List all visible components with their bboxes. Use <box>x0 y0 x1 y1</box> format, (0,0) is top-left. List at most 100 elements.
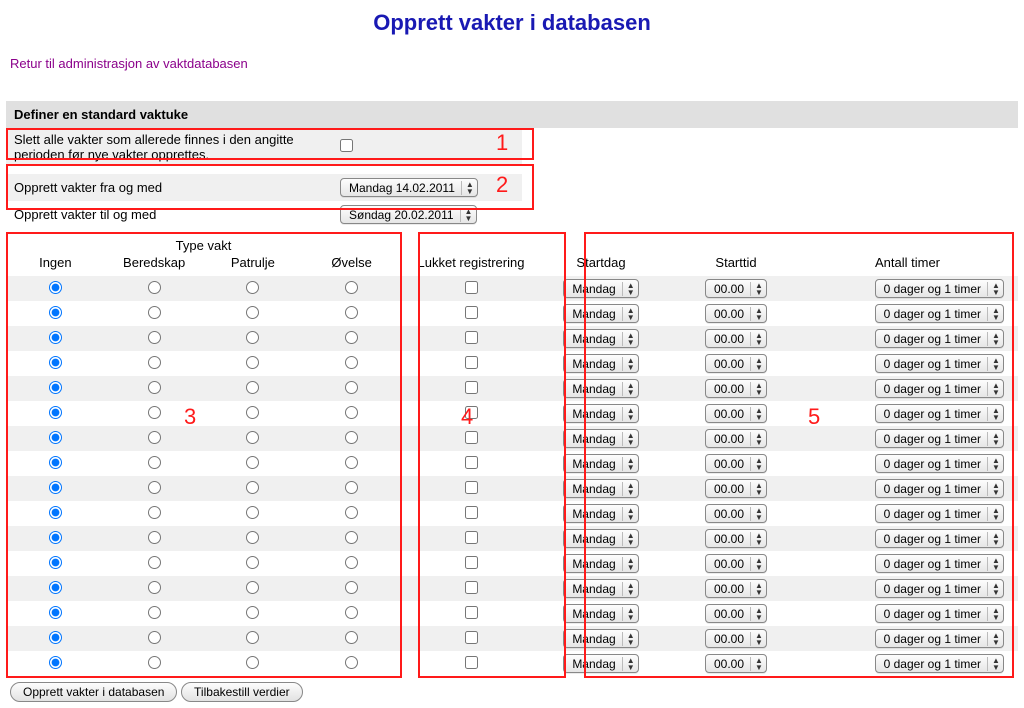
starttime-select[interactable]: 00.00 <box>705 279 767 298</box>
starttime-select[interactable]: 00.00 <box>705 329 767 348</box>
type-patrulje-radio[interactable] <box>246 406 259 419</box>
type-none-radio[interactable] <box>49 381 62 394</box>
type-none-radio[interactable] <box>49 506 62 519</box>
type-none-radio[interactable] <box>49 456 62 469</box>
type-none-radio[interactable] <box>49 431 62 444</box>
hours-select[interactable]: 0 dager og 1 timer <box>875 479 1004 498</box>
type-ovelse-radio[interactable] <box>345 556 358 569</box>
hours-select[interactable]: 0 dager og 1 timer <box>875 304 1004 323</box>
type-none-radio[interactable] <box>49 306 62 319</box>
startday-select[interactable]: Mandag <box>563 329 638 348</box>
type-none-radio[interactable] <box>49 581 62 594</box>
starttime-select[interactable]: 00.00 <box>705 404 767 423</box>
type-beredskap-radio[interactable] <box>148 481 161 494</box>
closed-checkbox[interactable] <box>465 331 478 344</box>
starttime-select[interactable]: 00.00 <box>705 504 767 523</box>
closed-checkbox[interactable] <box>465 381 478 394</box>
type-patrulje-radio[interactable] <box>246 631 259 644</box>
hours-select[interactable]: 0 dager og 1 timer <box>875 604 1004 623</box>
type-ovelse-radio[interactable] <box>345 531 358 544</box>
type-beredskap-radio[interactable] <box>148 356 161 369</box>
starttime-select[interactable]: 00.00 <box>705 554 767 573</box>
hours-select[interactable]: 0 dager og 1 timer <box>875 404 1004 423</box>
hours-select[interactable]: 0 dager og 1 timer <box>875 554 1004 573</box>
closed-checkbox[interactable] <box>465 581 478 594</box>
type-ovelse-radio[interactable] <box>345 381 358 394</box>
closed-checkbox[interactable] <box>465 606 478 619</box>
type-patrulje-radio[interactable] <box>246 306 259 319</box>
hours-select[interactable]: 0 dager og 1 timer <box>875 279 1004 298</box>
type-none-radio[interactable] <box>49 556 62 569</box>
starttime-select[interactable]: 00.00 <box>705 529 767 548</box>
reset-button[interactable]: Tilbakestill verdier <box>181 682 303 702</box>
hours-select[interactable]: 0 dager og 1 timer <box>875 329 1004 348</box>
type-beredskap-radio[interactable] <box>148 306 161 319</box>
startday-select[interactable]: Mandag <box>563 279 638 298</box>
type-ovelse-radio[interactable] <box>345 481 358 494</box>
type-ovelse-radio[interactable] <box>345 331 358 344</box>
startday-select[interactable]: Mandag <box>563 529 638 548</box>
type-beredskap-radio[interactable] <box>148 556 161 569</box>
starttime-select[interactable]: 00.00 <box>705 604 767 623</box>
hours-select[interactable]: 0 dager og 1 timer <box>875 629 1004 648</box>
type-patrulje-radio[interactable] <box>246 456 259 469</box>
type-patrulje-radio[interactable] <box>246 331 259 344</box>
startday-select[interactable]: Mandag <box>563 304 638 323</box>
type-beredskap-radio[interactable] <box>148 531 161 544</box>
startday-select[interactable]: Mandag <box>563 354 638 373</box>
closed-checkbox[interactable] <box>465 531 478 544</box>
type-ovelse-radio[interactable] <box>345 506 358 519</box>
type-ovelse-radio[interactable] <box>345 631 358 644</box>
closed-checkbox[interactable] <box>465 431 478 444</box>
type-patrulje-radio[interactable] <box>246 581 259 594</box>
type-beredskap-radio[interactable] <box>148 506 161 519</box>
startday-select[interactable]: Mandag <box>563 579 638 598</box>
type-patrulje-radio[interactable] <box>246 481 259 494</box>
type-beredskap-radio[interactable] <box>148 406 161 419</box>
type-none-radio[interactable] <box>49 481 62 494</box>
type-patrulje-radio[interactable] <box>246 506 259 519</box>
type-patrulje-radio[interactable] <box>246 281 259 294</box>
date-to-select[interactable]: Søndag 20.02.2011 <box>340 205 477 224</box>
closed-checkbox[interactable] <box>465 306 478 319</box>
closed-checkbox[interactable] <box>465 631 478 644</box>
closed-checkbox[interactable] <box>465 456 478 469</box>
type-none-radio[interactable] <box>49 606 62 619</box>
type-none-radio[interactable] <box>49 631 62 644</box>
closed-checkbox[interactable] <box>465 556 478 569</box>
date-from-select[interactable]: Mandag 14.02.2011 <box>340 178 478 197</box>
type-ovelse-radio[interactable] <box>345 356 358 369</box>
type-none-radio[interactable] <box>49 531 62 544</box>
submit-button[interactable]: Opprett vakter i databasen <box>10 682 177 702</box>
type-beredskap-radio[interactable] <box>148 381 161 394</box>
startday-select[interactable]: Mandag <box>563 554 638 573</box>
type-patrulje-radio[interactable] <box>246 356 259 369</box>
type-ovelse-radio[interactable] <box>345 606 358 619</box>
starttime-select[interactable]: 00.00 <box>705 454 767 473</box>
hours-select[interactable]: 0 dager og 1 timer <box>875 654 1004 673</box>
type-ovelse-radio[interactable] <box>345 581 358 594</box>
starttime-select[interactable]: 00.00 <box>705 579 767 598</box>
type-ovelse-radio[interactable] <box>345 431 358 444</box>
return-link[interactable]: Retur til administrasjon av vaktdatabase… <box>10 56 248 71</box>
starttime-select[interactable]: 00.00 <box>705 654 767 673</box>
startday-select[interactable]: Mandag <box>563 404 638 423</box>
type-none-radio[interactable] <box>49 331 62 344</box>
hours-select[interactable]: 0 dager og 1 timer <box>875 529 1004 548</box>
type-beredskap-radio[interactable] <box>148 631 161 644</box>
startday-select[interactable]: Mandag <box>563 454 638 473</box>
type-ovelse-radio[interactable] <box>345 306 358 319</box>
starttime-select[interactable]: 00.00 <box>705 479 767 498</box>
type-beredskap-radio[interactable] <box>148 431 161 444</box>
type-none-radio[interactable] <box>49 281 62 294</box>
startday-select[interactable]: Mandag <box>563 604 638 623</box>
starttime-select[interactable]: 00.00 <box>705 629 767 648</box>
closed-checkbox[interactable] <box>465 506 478 519</box>
type-beredskap-radio[interactable] <box>148 581 161 594</box>
hours-select[interactable]: 0 dager og 1 timer <box>875 579 1004 598</box>
type-patrulje-radio[interactable] <box>246 381 259 394</box>
startday-select[interactable]: Mandag <box>563 654 638 673</box>
type-patrulje-radio[interactable] <box>246 431 259 444</box>
closed-checkbox[interactable] <box>465 281 478 294</box>
starttime-select[interactable]: 00.00 <box>705 304 767 323</box>
